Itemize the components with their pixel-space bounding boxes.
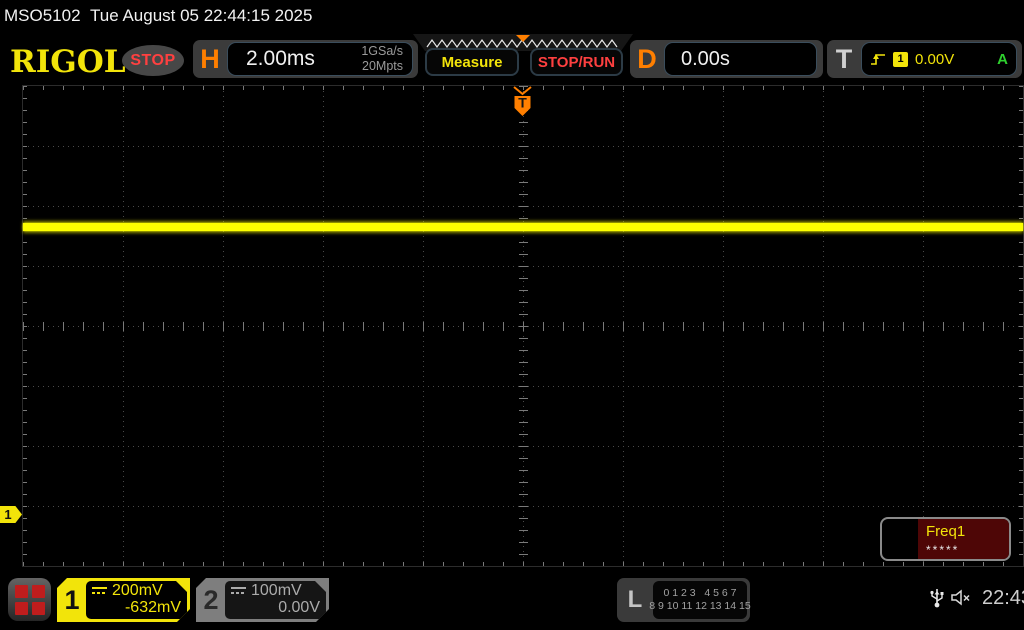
datetime-label: Tue August 05 22:44:15 2025	[90, 6, 312, 26]
channel2-scale: 100mV	[251, 582, 302, 600]
channel1-info: 200mV -632mV	[86, 581, 187, 619]
trigger-position-marker[interactable]: T	[512, 86, 533, 119]
waveform-graticule[interactable]	[22, 85, 1024, 567]
channel1-offset: -632mV	[92, 599, 181, 617]
center-horizontal-axis-ticks	[23, 322, 1023, 331]
delay-box[interactable]: 0.00s	[664, 42, 817, 76]
delay-label: D	[630, 44, 664, 75]
stop-run-button[interactable]: STOP/RUN	[530, 48, 623, 76]
clock-label: 22:43	[982, 587, 1024, 610]
oscilloscope-screen: MSO5102 Tue August 05 22:44:15 2025 RIGO…	[0, 0, 1024, 630]
measure-button[interactable]: Measure	[425, 48, 519, 76]
horizontal-label: H	[193, 44, 227, 75]
channel1-scale: 200mV	[112, 582, 163, 600]
trigger-marker-letter: T	[518, 95, 527, 111]
run-state-badge: STOP	[122, 45, 184, 76]
dc-coupling-icon	[231, 586, 246, 596]
timebase-value: 2.00ms	[228, 47, 361, 71]
channel2-info: 100mV 0.00V	[225, 581, 326, 619]
channel2-number: 2	[196, 578, 226, 622]
trigger-settings-block[interactable]: T 1 0.00V A	[827, 40, 1022, 78]
logic-row2: 8 9 10 11 12 13 14 15	[649, 600, 750, 613]
acquisition-info: 1GSa/s 20Mpts	[361, 44, 412, 74]
measurement-value: *****	[926, 543, 959, 557]
logic-label: L	[617, 578, 653, 622]
horizontal-settings-block[interactable]: H 2.00ms 1GSa/s 20Mpts	[193, 40, 418, 78]
delay-settings-block[interactable]: D 0.00s	[630, 40, 823, 78]
measurement-panel[interactable]: Freq1 *****	[880, 517, 1011, 561]
model-label: MSO5102	[4, 6, 81, 26]
delay-value: 0.00s	[665, 48, 730, 71]
rising-edge-trigger-icon	[870, 51, 886, 67]
trigger-sweep-mode-badge: A	[997, 51, 1008, 68]
channel1-trace[interactable]	[23, 223, 1023, 231]
dc-coupling-icon	[92, 586, 107, 596]
sample-rate: 1GSa/s	[361, 44, 403, 58]
usb-icon	[929, 586, 945, 614]
logic-channels-badge[interactable]: L 0 1 2 3 4 5 6 7 8 9 10 11 12 13 14 15	[617, 578, 750, 622]
timebase-box[interactable]: 2.00ms 1GSa/s 20Mpts	[227, 42, 413, 76]
channel2-badge[interactable]: 2 100mV 0.00V	[196, 578, 329, 622]
logic-channel-list: 0 1 2 3 4 5 6 7 8 9 10 11 12 13 14 15	[653, 581, 747, 619]
quad-grid-button[interactable]	[8, 578, 51, 621]
trigger-level-value: 0.00V	[915, 51, 990, 68]
channel1-offset-marker[interactable]: 1	[0, 506, 22, 523]
trigger-label: T	[827, 44, 861, 75]
memory-depth: 20Mpts	[362, 59, 403, 73]
channel1-number: 1	[57, 578, 87, 622]
channel1-badge[interactable]: 1 200mV -632mV	[57, 578, 190, 622]
trigger-box[interactable]: 1 0.00V A	[861, 42, 1017, 76]
logic-row1: 0 1 2 3 4 5 6 7	[664, 587, 737, 600]
quad-grid-icon	[15, 585, 45, 615]
trigger-source-chip: 1	[893, 52, 908, 67]
memory-position-pointer-icon[interactable]	[516, 35, 530, 42]
speaker-muted-icon[interactable]	[951, 589, 973, 611]
channel2-offset: 0.00V	[231, 599, 320, 617]
rigol-logo: RIGOL	[10, 44, 126, 80]
measurement-title: Freq1	[926, 523, 965, 540]
top-status-bar: MSO5102 Tue August 05 22:44:15 2025	[0, 0, 1024, 30]
